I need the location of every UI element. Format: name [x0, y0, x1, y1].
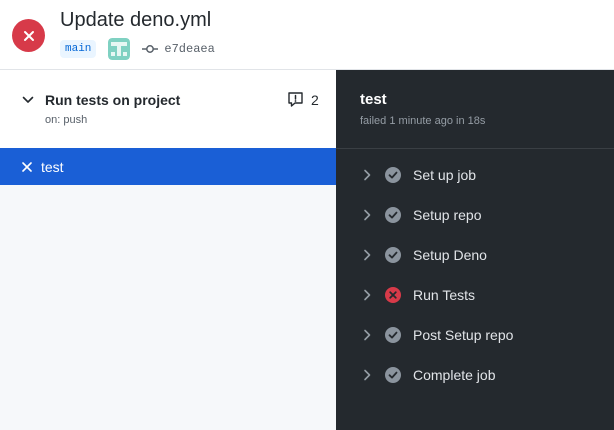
step-row[interactable]: Set up job [336, 155, 614, 195]
run-header: Update deno.yml main e7deaea [0, 0, 614, 70]
chevron-right-icon[interactable] [363, 329, 371, 341]
annotations-button[interactable]: 2 [287, 91, 319, 108]
annotation-count: 2 [311, 91, 319, 108]
step-name: Post Setup repo [413, 327, 514, 343]
step-name: Complete job [413, 367, 496, 383]
chevron-right-icon[interactable] [363, 209, 371, 221]
check-circle-icon [385, 207, 401, 223]
workflow-name: Run tests on project [45, 92, 181, 108]
step-row[interactable]: Complete job [336, 355, 614, 395]
run-title: Update deno.yml [60, 9, 212, 31]
divider [336, 148, 614, 149]
step-name: Setup Deno [413, 247, 487, 263]
check-circle-icon [385, 247, 401, 263]
check-circle-icon [385, 367, 401, 383]
failure-status-icon [12, 19, 45, 52]
step-row[interactable]: Run Tests [336, 275, 614, 315]
job-detail-subtitle: failed 1 minute ago in 18s [360, 115, 486, 127]
x-icon [22, 161, 32, 172]
workflow-sidebar: Run tests on project on: push 2 test [0, 70, 336, 430]
chevron-right-icon[interactable] [363, 169, 371, 181]
job-item-test[interactable]: test [0, 148, 336, 185]
job-name: test [41, 158, 64, 175]
chevron-down-icon[interactable] [22, 96, 34, 104]
step-list: Set up job Setup repo Setup Deno Run Tes… [336, 155, 614, 395]
step-row[interactable]: Post Setup repo [336, 315, 614, 355]
step-name: Setup repo [413, 207, 482, 223]
step-name: Set up job [413, 167, 477, 183]
step-name: Run Tests [413, 287, 475, 303]
job-detail-title: test [360, 91, 387, 108]
run-meta: main e7deaea [60, 38, 215, 60]
workflow-trigger: on: push [45, 114, 88, 126]
check-circle-icon [385, 167, 401, 183]
chevron-right-icon[interactable] [363, 369, 371, 381]
chevron-right-icon[interactable] [363, 289, 371, 301]
chevron-right-icon[interactable] [363, 249, 371, 261]
branch-badge[interactable]: main [60, 40, 97, 58]
commit-sha-link[interactable]: e7deaea [164, 42, 214, 56]
user-avatar[interactable] [108, 38, 131, 60]
step-row[interactable]: Setup Deno [336, 235, 614, 275]
comment-alert-icon [288, 92, 303, 107]
workflow-header[interactable]: Run tests on project on: push 2 [0, 70, 336, 148]
step-row[interactable]: Setup repo [336, 195, 614, 235]
git-commit-icon [142, 45, 159, 53]
check-circle-icon [385, 327, 401, 343]
job-detail-panel: test failed 1 minute ago in 18s Set up j… [336, 70, 614, 430]
x-circle-icon [385, 287, 401, 303]
